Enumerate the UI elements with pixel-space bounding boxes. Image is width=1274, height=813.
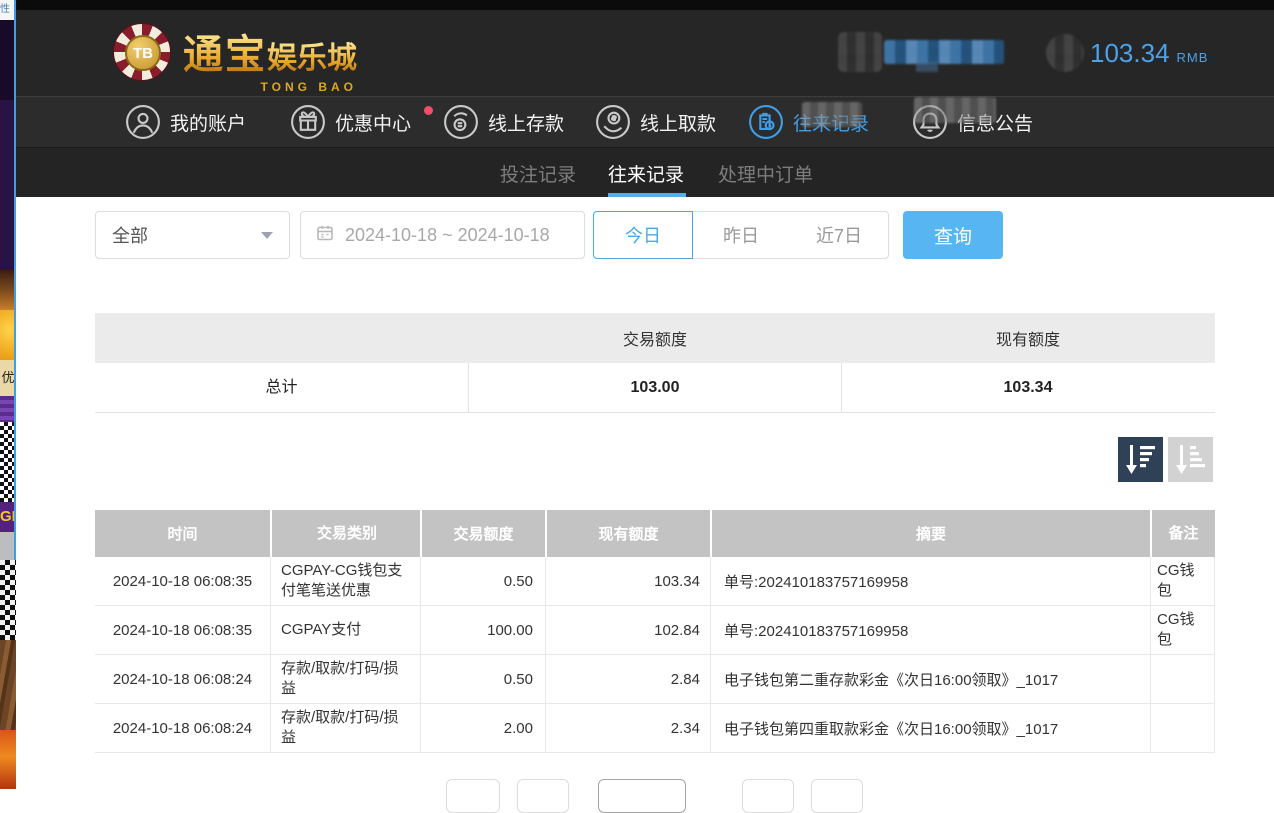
casino-chip-icon: TB — [113, 23, 171, 81]
nav-label: 我的账户 — [170, 109, 246, 136]
cell-type: CGPAY支付 — [270, 606, 420, 654]
search-button[interactable]: 查询 — [903, 211, 1003, 259]
logo-name-en: TONG BAO — [261, 80, 357, 94]
nav-label: 线上存款 — [488, 109, 564, 136]
summary-total-label: 总计 — [95, 363, 468, 413]
table-row: 2024-10-18 06:08:24 存款/取款/打码/损益 2.00 2.3… — [95, 704, 1215, 753]
records-table-header: 时间 交易类别 交易额度 现有额度 摘要 备注 — [95, 510, 1215, 557]
col-header-balance: 现有额度 — [545, 510, 710, 557]
summary-table-row: 总计 103.00 103.34 — [95, 363, 1215, 413]
cell-summary: 单号:202410183757169958 — [710, 606, 1150, 654]
withdraw-icon — [595, 104, 631, 140]
pagination-button-last[interactable] — [811, 779, 863, 813]
col-header-amount: 交易额度 — [420, 510, 545, 557]
date-range-input[interactable]: 2024-10-18 ~ 2024-10-18 — [300, 211, 585, 259]
nav-item-promotions[interactable]: 优惠中心 — [290, 104, 411, 140]
summary-current-balance: 103.34 — [841, 363, 1214, 413]
chevron-down-icon — [261, 232, 273, 239]
cell-amount: 0.50 — [420, 557, 545, 605]
site-header: TB 通宝娱乐城 TONG BAO — [16, 10, 1274, 96]
cell-balance: 2.34 — [545, 704, 710, 752]
account-icon — [125, 104, 161, 140]
promo-gift-icon — [290, 104, 326, 140]
cell-type: CGPAY-CG钱包支付笔笔送优惠 — [270, 557, 420, 605]
balance-display: 103.34 RMB — [1090, 38, 1208, 69]
top-black-strip — [16, 0, 1274, 10]
cell-note: CG钱包 — [1150, 606, 1215, 654]
cell-time: 2024-10-18 06:08:24 — [95, 704, 270, 752]
user-avatar-blurred — [838, 32, 882, 72]
balance-amount: 103.34 — [1090, 38, 1170, 69]
tab-betting-records[interactable]: 投注记录 — [500, 160, 576, 187]
sort-ascending-button[interactable] — [1168, 437, 1213, 482]
cell-type: 存款/取款/打码/损益 — [270, 655, 420, 703]
site-logo[interactable]: TB 通宝娱乐城 TONG BAO — [113, 18, 357, 86]
sort-descending-button[interactable] — [1118, 437, 1163, 482]
balance-currency: RMB — [1177, 50, 1209, 65]
col-header-type: 交易类别 — [270, 510, 420, 557]
col-header-time: 时间 — [95, 510, 270, 557]
records-icon — [748, 104, 784, 140]
cell-balance: 103.34 — [545, 557, 710, 605]
calendar-icon — [315, 223, 335, 248]
cell-time: 2024-10-18 06:08:35 — [95, 606, 270, 654]
cell-time: 2024-10-18 06:08:24 — [95, 655, 270, 703]
col-header-summary: 摘要 — [710, 510, 1150, 557]
select-value: 全部 — [112, 222, 261, 248]
cell-summary: 单号:202410183757169958 — [710, 557, 1150, 605]
cell-note — [1150, 704, 1215, 752]
table-row: 2024-10-18 06:08:35 CGPAY-CG钱包支付笔笔送优惠 0.… — [95, 557, 1215, 606]
deposit-icon — [443, 104, 479, 140]
cell-summary: 电子钱包第二重存款彩金《次日16:00领取》_1017 — [710, 655, 1150, 703]
cell-balance: 2.84 — [545, 655, 710, 703]
summary-transaction-total: 103.00 — [468, 363, 841, 413]
quick-filter-today[interactable]: 今日 — [593, 211, 693, 259]
nav-item-online-deposit[interactable]: 线上存款 — [443, 104, 564, 140]
censor-blur-patch — [802, 102, 862, 127]
summary-header-transaction-amount: 交易额度 — [468, 326, 841, 350]
main-page: TB 通宝娱乐城 TONG BAO 103.34 RMB 我的账户 优惠中心 — [16, 0, 1274, 789]
transaction-type-select[interactable]: 全部 — [95, 211, 290, 259]
summary-table: 交易额度 现有额度 总计 103.00 103.34 — [95, 313, 1215, 413]
tab-pending-orders[interactable]: 处理中订单 — [718, 160, 813, 187]
cell-amount: 100.00 — [420, 606, 545, 654]
coin-icon-blurred — [1046, 34, 1084, 72]
summary-header-current-balance: 现有额度 — [841, 326, 1214, 350]
nav-item-my-account[interactable]: 我的账户 — [125, 104, 246, 140]
cell-time: 2024-10-18 06:08:35 — [95, 557, 270, 605]
cell-note — [1150, 655, 1215, 703]
records-table: 时间 交易类别 交易额度 现有额度 摘要 备注 2024-10-18 06:08… — [95, 510, 1215, 753]
pagination-button-prev[interactable] — [517, 779, 569, 813]
chip-label: TB — [125, 35, 161, 71]
nav-item-online-withdraw[interactable]: 线上取款 — [595, 104, 716, 140]
censor-blur-patch — [914, 97, 996, 123]
cell-note: CG钱包 — [1150, 557, 1215, 605]
nav-label: 线上取款 — [640, 109, 716, 136]
cell-amount: 2.00 — [420, 704, 545, 752]
logo-name-cn-1: 通宝 — [183, 33, 267, 77]
logo-name-cn-2: 娱乐城 — [267, 42, 357, 75]
col-header-note: 备注 — [1150, 510, 1215, 557]
quick-filter-yesterday[interactable]: 昨日 — [692, 211, 791, 259]
cell-balance: 102.84 — [545, 606, 710, 654]
table-row: 2024-10-18 06:08:35 CGPAY支付 100.00 102.8… — [95, 606, 1215, 655]
username-blurred — [884, 40, 1004, 64]
pagination-current-page[interactable] — [598, 779, 686, 813]
cell-summary: 电子钱包第四重取款彩金《次日16:00领取》_1017 — [710, 704, 1150, 752]
date-range-value: 2024-10-18 ~ 2024-10-18 — [345, 225, 550, 246]
username-blurred-fragment — [916, 62, 938, 72]
table-row: 2024-10-18 06:08:24 存款/取款/打码/损益 0.50 2.8… — [95, 655, 1215, 704]
cell-type: 存款/取款/打码/损益 — [270, 704, 420, 752]
quick-filter-last7days[interactable]: 近7日 — [790, 211, 889, 259]
cell-amount: 0.50 — [420, 655, 545, 703]
summary-table-header: 交易额度 现有额度 — [95, 313, 1215, 363]
tab-transaction-records[interactable]: 往来记录 — [608, 160, 684, 187]
notification-dot — [424, 106, 433, 115]
pagination-button-first[interactable] — [446, 779, 500, 813]
nav-label: 优惠中心 — [335, 109, 411, 136]
logo-text: 通宝娱乐城 TONG BAO — [183, 22, 357, 82]
pagination-button-next[interactable] — [742, 779, 794, 813]
